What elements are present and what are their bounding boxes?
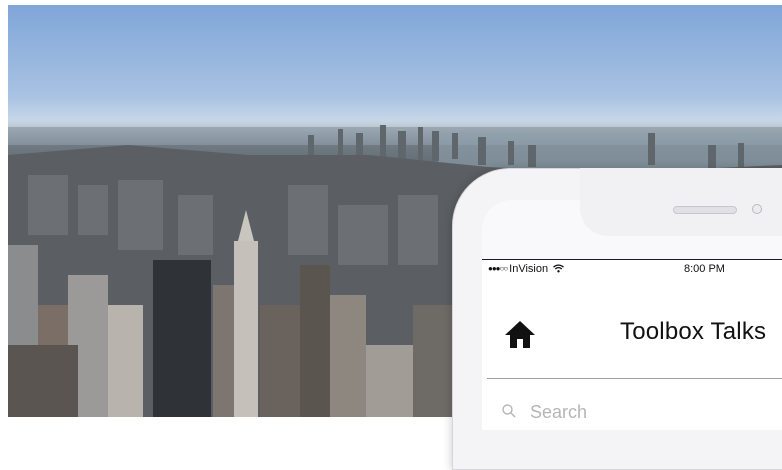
carrier-name: InVision bbox=[509, 263, 549, 275]
wifi-icon bbox=[553, 263, 565, 275]
signal-strength-icon: ●●●○○ bbox=[488, 264, 508, 273]
search-input[interactable]: Search bbox=[502, 402, 587, 423]
speaker-grille bbox=[673, 206, 737, 214]
phone-notch bbox=[580, 168, 782, 236]
status-bar-left: ●●●○○ InVision bbox=[488, 263, 565, 275]
home-icon[interactable] bbox=[503, 318, 537, 350]
page-title: Toolbox Talks bbox=[620, 318, 767, 345]
header-divider bbox=[487, 378, 782, 379]
search-placeholder: Search bbox=[530, 402, 588, 422]
search-icon bbox=[502, 404, 516, 422]
phone-screen: ●●●○○ InVision 8:00 PM Toolbox Talks Sear… bbox=[482, 259, 782, 430]
status-bar-time: 8:00 PM bbox=[684, 263, 725, 275]
front-camera bbox=[752, 204, 762, 214]
